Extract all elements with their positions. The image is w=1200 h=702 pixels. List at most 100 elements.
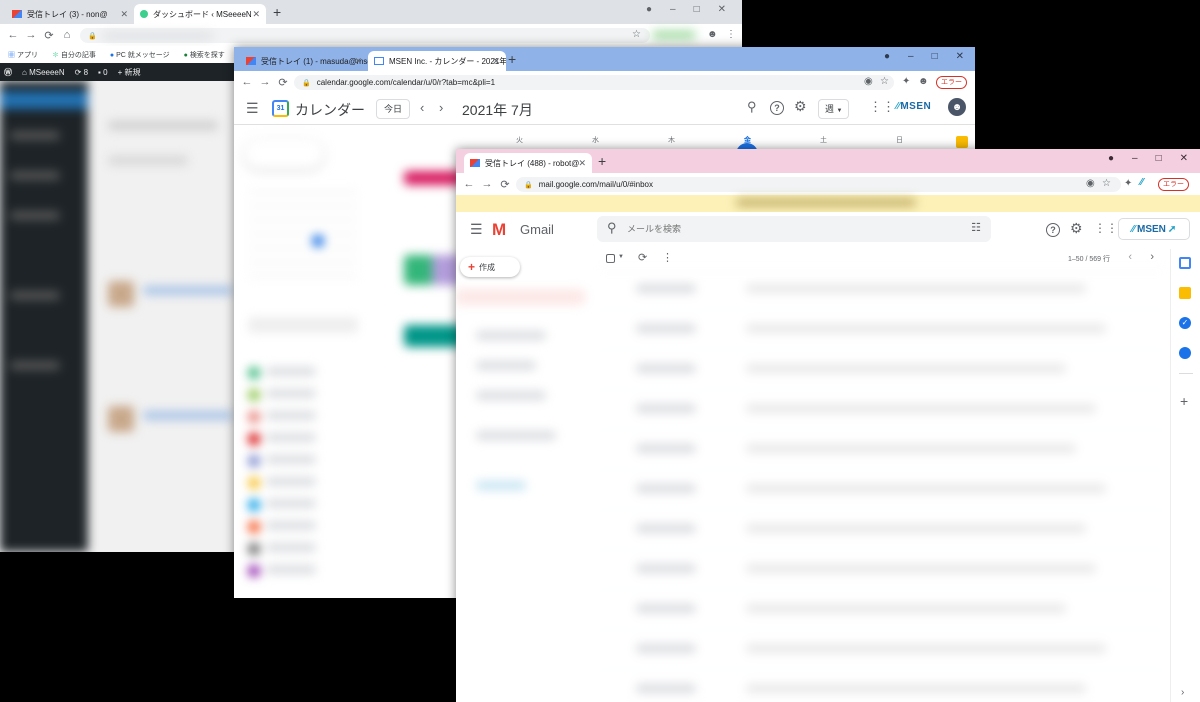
bookmark-messages[interactable]: ● PC 就メッセージ (110, 50, 170, 60)
help-icon[interactable]: ? (1046, 223, 1060, 237)
extensions-icon[interactable]: ✦ (1124, 178, 1132, 189)
bookmark-my-posts[interactable]: ✽ 自分の記事 (52, 50, 96, 60)
address-bar[interactable]: 🔒 calendar.google.com/calendar/u/0/r?tab… (294, 75, 894, 90)
new-tab-icon[interactable]: + (598, 154, 606, 168)
tab-gmail[interactable]: 受信トレイ (3) - non@ ✕ (6, 4, 134, 24)
side-panel: ✓ + › (1170, 249, 1200, 702)
tab-calendar[interactable]: MSEN Inc. - カレンダー - 2021年 7月 ✕ (368, 51, 506, 71)
avatar[interactable]: ☻ (948, 98, 966, 116)
maximize-icon[interactable]: □ (1156, 153, 1162, 164)
refresh-icon[interactable]: ⟳ (638, 251, 647, 264)
add-addon-icon[interactable]: + (1180, 393, 1188, 409)
star-icon[interactable]: ☆ (632, 29, 641, 40)
contacts-addon-icon[interactable] (1179, 347, 1191, 359)
main-menu-icon[interactable]: ☰ (470, 221, 483, 238)
forward-icon[interactable]: → (478, 178, 496, 190)
updates-link[interactable]: ⟳ 8 (75, 68, 88, 77)
error-badge[interactable]: エラー (1158, 178, 1189, 191)
search-icon[interactable]: ⚲ (607, 220, 617, 236)
settings-icon[interactable]: ⚙ (1070, 220, 1083, 237)
apps-grid-icon[interactable]: ⋮⋮ (1094, 221, 1118, 235)
tab-gmail[interactable]: 受信トレイ (1) - masuda@msen.jp ✕ (240, 51, 368, 71)
site-name-link[interactable]: ⌂ MSeeeeN (22, 68, 65, 77)
close-icon[interactable]: ✕ (120, 9, 128, 20)
brand-logo[interactable]: ⁄⁄ MSEN ➚ (1118, 218, 1190, 240)
tab-dashboard[interactable]: ダッシュボード ‹ MSeeeeN ✕ (134, 4, 266, 24)
reload-icon[interactable]: ⟳ (274, 76, 292, 89)
minimize-icon[interactable]: – (908, 51, 914, 62)
address-bar[interactable]: 🔒 (80, 28, 650, 43)
forward-icon[interactable]: → (22, 29, 40, 41)
tasks-addon-icon[interactable]: ✓ (1179, 317, 1191, 329)
comments-link[interactable]: ▪ 0 (98, 68, 108, 77)
help-icon[interactable]: ? (770, 101, 784, 115)
more-icon[interactable]: ⋮ (662, 251, 673, 264)
close-icon[interactable]: ✕ (492, 56, 500, 67)
avatar[interactable]: ☻ (918, 76, 929, 87)
search-input[interactable] (627, 221, 947, 237)
eye-icon[interactable]: ◉ (864, 76, 873, 87)
maximize-icon[interactable]: □ (932, 51, 938, 62)
blurred-text (108, 121, 218, 130)
profile-icon[interactable]: ● (646, 4, 652, 15)
close-window-icon[interactable]: ✕ (1180, 153, 1188, 164)
back-icon[interactable]: ← (460, 178, 478, 190)
blurred-text (266, 411, 316, 420)
close-window-icon[interactable]: ✕ (718, 4, 726, 15)
compose-button[interactable]: + 作成 (460, 257, 520, 277)
collapse-panel-icon[interactable]: › (1181, 687, 1184, 698)
minimize-icon[interactable]: – (670, 4, 676, 15)
address-bar[interactable]: 🔒 mail.google.com/mail/u/0/#inbox (516, 177, 1121, 192)
main-menu-icon[interactable]: ☰ (246, 100, 259, 117)
search-icon[interactable]: ⚲ (747, 99, 757, 115)
view-select[interactable]: 週 ▼ (818, 99, 850, 119)
bookmark-search[interactable]: ● 検索を探す (184, 50, 225, 60)
search-options-icon[interactable]: ☷ (971, 221, 981, 234)
new-content-link[interactable]: + 新規 (118, 67, 141, 78)
next-page-icon[interactable]: › (1150, 251, 1154, 263)
new-tab-icon[interactable]: + (273, 5, 281, 19)
close-icon[interactable]: ✕ (354, 56, 362, 67)
settings-icon[interactable]: ⚙ (794, 98, 807, 115)
close-icon[interactable]: ✕ (578, 158, 586, 169)
star-icon[interactable]: ☆ (1102, 178, 1111, 189)
extensions-blur (652, 31, 696, 39)
calendar-addon-icon[interactable] (1179, 257, 1191, 269)
msen-extension-icon[interactable]: ⁄⁄ (1140, 177, 1143, 188)
select-dropdown-icon[interactable]: ▼ (618, 254, 624, 260)
bookmark-apps[interactable]: ▦ アプリ (8, 50, 38, 60)
wordpress-logo-icon[interactable]: Ⓦ (4, 67, 12, 78)
today-button[interactable]: 今日 (376, 99, 411, 119)
forward-icon[interactable]: → (256, 76, 274, 88)
close-icon[interactable]: ✕ (252, 9, 260, 20)
extensions-icon[interactable]: ✦ (902, 76, 910, 87)
profile-icon[interactable]: ● (1108, 153, 1114, 164)
next-icon[interactable]: › (439, 100, 443, 115)
back-icon[interactable]: ← (238, 76, 256, 88)
new-tab-icon[interactable]: + (508, 52, 516, 66)
reload-icon[interactable]: ⟳ (496, 178, 514, 191)
updates-icon: ⟳ (74, 67, 82, 77)
back-icon[interactable]: ← (4, 29, 22, 41)
menu-icon[interactable]: ⋮ (726, 29, 736, 40)
eye-icon[interactable]: ◉ (1086, 178, 1095, 189)
tab-gmail[interactable]: 受信トレイ (488) - robot@ ✕ (464, 153, 592, 173)
search-bar[interactable]: ⚲ ☷ (597, 216, 991, 242)
close-window-icon[interactable]: ✕ (956, 51, 964, 62)
prev-page-icon[interactable]: ‹ (1128, 251, 1132, 263)
create-button[interactable] (244, 139, 324, 169)
select-all-checkbox[interactable] (606, 254, 615, 263)
notice-banner (456, 195, 1200, 212)
avatar[interactable]: ☻ (707, 29, 718, 40)
minimize-icon[interactable]: – (1132, 153, 1138, 164)
home-icon[interactable]: ⌂ (58, 29, 76, 41)
maximize-icon[interactable]: □ (694, 4, 700, 15)
sidebar-active-item (0, 91, 88, 109)
star-icon[interactable]: ☆ (880, 76, 889, 87)
keep-addon-icon[interactable] (1179, 287, 1191, 299)
profile-icon[interactable]: ● (884, 51, 890, 62)
reload-icon[interactable]: ⟳ (40, 29, 58, 42)
prev-icon[interactable]: ‹ (420, 100, 424, 115)
apps-grid-icon[interactable]: ⋮⋮ (869, 99, 895, 115)
error-badge[interactable]: エラー (936, 76, 967, 89)
